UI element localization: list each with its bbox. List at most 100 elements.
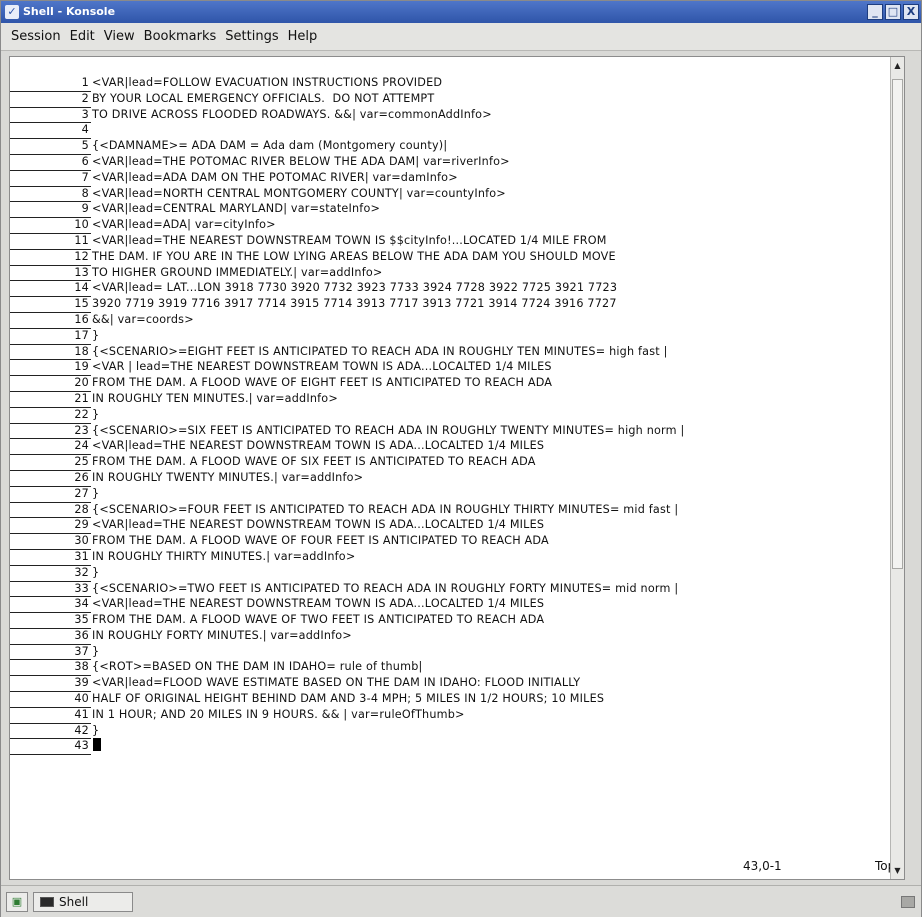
line-text: IN 1 HOUR; AND 20 MILES IN 9 HOURS. && |…	[92, 707, 465, 721]
editor-line: 2 BY YOUR LOCAL EMERGENCY OFFICIALS. DO N…	[10, 91, 890, 108]
window-menu-icon[interactable]: ✓	[5, 5, 19, 19]
line-text: <VAR|lead=ADA| var=cityInfo>	[92, 218, 276, 232]
scroll-down-arrow-icon[interactable]: ▼	[892, 864, 903, 877]
editor-line: 39 <VAR|lead=FLOOD WAVE ESTIMATE BASED ON…	[10, 675, 890, 693]
scroll-up-arrow-icon[interactable]: ▲	[892, 59, 903, 72]
editor-line: 42}	[10, 723, 890, 740]
line-text: <VAR|lead= LAT...LON 3918 7730 3920 7732…	[92, 281, 618, 295]
terminal-view[interactable]: 1 <VAR|lead=FOLLOW EVACUATION INSTRUCTION…	[9, 56, 905, 880]
line-number: 5	[10, 138, 91, 155]
line-text: {<ROT>=BASED ON THE DAM IN IDAHO= rule o…	[92, 660, 423, 674]
line-number: 23	[10, 423, 91, 440]
menu-help[interactable]: Help	[288, 29, 318, 44]
editor-line: 38 {<ROT>=BASED ON THE DAM IN IDAHO= rule…	[10, 659, 890, 677]
line-number: 39	[10, 675, 91, 693]
line-number: 28	[10, 502, 91, 519]
editor-line: 6 <VAR|lead=THE POTOMAC RIVER BELOW THE A…	[10, 154, 890, 171]
menu-view[interactable]: View	[104, 29, 135, 44]
line-number: 26	[10, 470, 91, 487]
line-number: 29	[10, 517, 91, 535]
line-text: <VAR|lead=ADA DAM ON THE POTOMAC RIVER| …	[92, 170, 458, 184]
editor-line: 11 <VAR|lead=THE NEAREST DOWNSTREAM TOWN …	[10, 233, 890, 250]
line-text: FROM THE DAM. A FLOOD WAVE OF SIX FEET I…	[92, 455, 536, 469]
line-number: 40	[10, 691, 91, 708]
line-number: 27	[10, 486, 91, 503]
editor-line: 32}	[10, 565, 890, 582]
line-text: 3920 7719 3919 7716 3917 7714 3915 7714 …	[92, 297, 617, 311]
line-text: }	[92, 328, 100, 342]
line-number: 34	[10, 596, 91, 614]
konsole-launcher-icon[interactable]: ▣	[6, 892, 28, 912]
task-shell-label: Shell	[59, 895, 89, 909]
line-number: 36	[10, 628, 91, 645]
line-text: <VAR|lead=THE NEAREST DOWNSTREAM TOWN IS…	[92, 233, 607, 247]
editor-line: 1 <VAR|lead=FOLLOW EVACUATION INSTRUCTION…	[10, 75, 890, 92]
tray-icon[interactable]	[901, 896, 915, 908]
line-text: {<SCENARIO>=FOUR FEET IS ANTICIPATED TO …	[92, 502, 679, 516]
line-text: }	[92, 565, 100, 579]
editor-line: 4	[10, 122, 890, 140]
editor-line: 24 <VAR|lead=THE NEAREST DOWNSTREAM TOWN …	[10, 438, 890, 456]
line-number: 7	[10, 170, 91, 187]
terminal-icon	[40, 897, 54, 907]
line-text: IN ROUGHLY TWENTY MINUTES.| var=addInfo>	[92, 470, 364, 484]
line-text: }	[92, 644, 100, 658]
menu-settings[interactable]: Settings	[225, 29, 278, 44]
line-text: FROM THE DAM. A FLOOD WAVE OF FOUR FEET …	[92, 534, 549, 548]
vertical-scrollbar[interactable]: ▲ ▼	[890, 57, 904, 879]
line-number: 42	[10, 723, 91, 740]
menu-edit[interactable]: Edit	[70, 29, 95, 44]
editor-line: 35 FROM THE DAM. A FLOOD WAVE OF TWO FEET…	[10, 612, 890, 629]
maximize-button[interactable]: □	[885, 4, 901, 20]
line-number: 4	[10, 122, 91, 140]
line-number: 21	[10, 391, 91, 408]
line-text: IN ROUGHLY FORTY MINUTES.| var=addInfo>	[92, 628, 352, 642]
line-text: <VAR|lead=NORTH CENTRAL MONTGOMERY COUNT…	[92, 186, 506, 200]
minimize-button[interactable]: _	[867, 4, 883, 20]
taskbar: ▣ Shell	[1, 885, 921, 917]
close-button[interactable]: X	[903, 4, 919, 20]
editor-line: 10 <VAR|lead=ADA| var=cityInfo>	[10, 217, 890, 234]
line-number: 35	[10, 612, 91, 629]
window-title: Shell - Konsole	[23, 5, 116, 18]
line-text: }	[92, 723, 100, 737]
line-text: TO HIGHER GROUND IMMEDIATELY.| var=addIn…	[92, 265, 383, 279]
line-number: 33	[10, 581, 91, 598]
line-number: 18	[10, 344, 91, 361]
line-text: <VAR|lead=THE NEAREST DOWNSTREAM TOWN IS…	[92, 439, 545, 453]
line-text: <VAR|lead=FOLLOW EVACUATION INSTRUCTIONS…	[92, 76, 443, 89]
editor-line: 15 3920 7719 3919 7716 3917 7714 3915 771…	[10, 296, 890, 313]
line-number: 17	[10, 328, 91, 345]
editor-line: 30 FROM THE DAM. A FLOOD WAVE OF FOUR FEE…	[10, 533, 890, 550]
line-text: TO DRIVE ACROSS FLOODED ROADWAYS. &&| va…	[92, 107, 492, 121]
editor-line: 19 <VAR | lead=THE NEAREST DOWNSTREAM TOW…	[10, 359, 890, 377]
editor-line: 36 IN ROUGHLY FORTY MINUTES.| var=addInfo…	[10, 628, 890, 645]
line-text	[91, 123, 92, 136]
menu-session[interactable]: Session	[11, 29, 61, 44]
menu-bookmarks[interactable]: Bookmarks	[144, 29, 217, 44]
window-controls: _ □ X	[867, 4, 919, 20]
task-shell-button[interactable]: Shell	[33, 892, 133, 912]
editor-line: 28 {<SCENARIO>=FOUR FEET IS ANTICIPATED T…	[10, 502, 890, 519]
editor-line: 40 HALF OF ORIGINAL HEIGHT BEHIND DAM AND…	[10, 691, 890, 708]
line-text: &&| var=coords>	[92, 312, 194, 326]
line-text: <VAR|lead=CENTRAL MARYLAND| var=stateInf…	[92, 202, 381, 216]
line-text: }	[92, 486, 100, 500]
line-number: 37	[10, 644, 91, 661]
line-number: 22	[10, 407, 91, 424]
editor-line: 22}	[10, 407, 890, 424]
scrollbar-thumb[interactable]	[892, 79, 903, 569]
editor-line: 37}	[10, 644, 890, 661]
line-number: 8	[10, 186, 91, 203]
line-number: 2	[10, 91, 91, 108]
editor-line: 17}	[10, 328, 890, 345]
line-number: 16	[10, 312, 91, 329]
editor-line: 13 TO HIGHER GROUND IMMEDIATELY.| var=add…	[10, 265, 890, 282]
line-text: HALF OF ORIGINAL HEIGHT BEHIND DAM AND 3…	[92, 692, 605, 706]
line-number: 14	[10, 280, 91, 298]
line-number: 31	[10, 549, 91, 566]
editor-line: 43	[10, 738, 890, 756]
line-number: 38	[10, 659, 91, 677]
konsole-window: ✓ Shell - Konsole _ □ X Session Edit Vie…	[0, 0, 922, 917]
title-bar[interactable]: ✓ Shell - Konsole _ □ X	[1, 1, 921, 23]
